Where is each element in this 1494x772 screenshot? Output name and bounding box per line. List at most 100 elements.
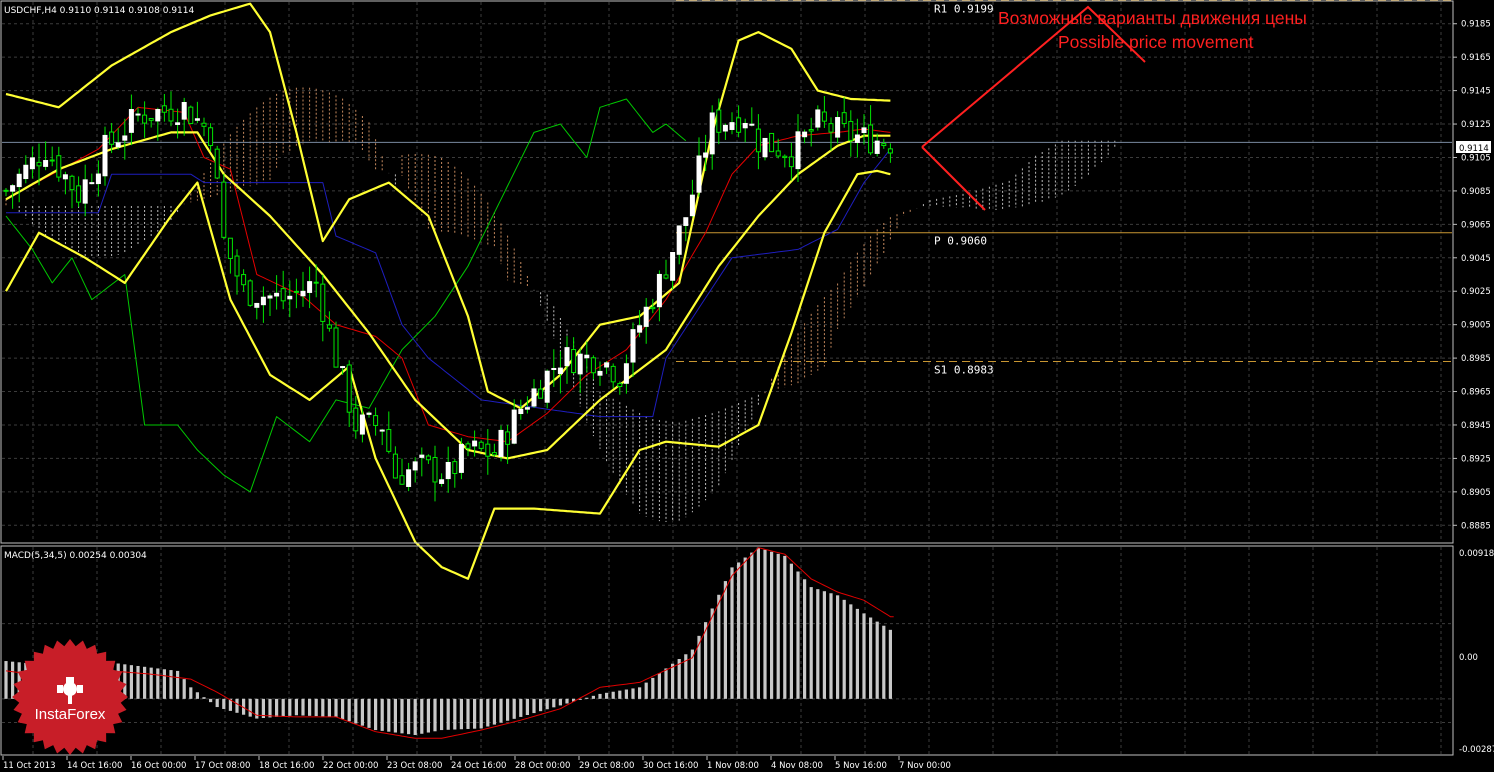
candle[interactable] [762, 137, 768, 161]
macd-bar [492, 698, 496, 725]
macd-bar [750, 552, 754, 699]
macd-bar [624, 689, 628, 699]
macd-bar [631, 688, 635, 699]
macd-bar [275, 698, 279, 717]
macd-bar [156, 668, 160, 699]
macd-bar [347, 698, 351, 722]
candle[interactable] [188, 105, 194, 125]
price-tick-label: 0.9085 [1461, 187, 1491, 197]
macd-bar [737, 562, 741, 699]
macd-bar [202, 697, 206, 699]
macd-bar [882, 625, 886, 699]
macd-bar [657, 673, 661, 699]
macd-bar [413, 698, 417, 735]
time-tick-label: 18 Oct 16:00 [259, 761, 314, 771]
time-tick-label: 4 Nov 08:00 [771, 761, 823, 771]
time-tick-label: 11 Oct 2013 [3, 761, 56, 771]
price-tick-label: 0.9105 [1461, 153, 1491, 163]
macd-bar [869, 617, 873, 699]
macd-bar [743, 557, 747, 699]
macd-bar [486, 698, 490, 727]
macd-bar [836, 595, 840, 699]
price-tick-label: 0.9025 [1461, 287, 1491, 297]
macd-bar [730, 567, 734, 699]
candle[interactable] [544, 369, 550, 409]
macd-bar [294, 698, 298, 716]
macd-bar [387, 698, 391, 732]
macd-bar [440, 698, 444, 731]
macd-bar [532, 698, 536, 714]
price-tick-label: 0.9165 [1461, 53, 1491, 63]
macd-bar [776, 553, 780, 699]
candle[interactable] [247, 279, 253, 307]
price-tick-label: 0.9005 [1461, 321, 1491, 331]
macd-bar [235, 698, 239, 713]
candle[interactable] [769, 132, 775, 153]
price-tick-label: 0.8965 [1461, 388, 1491, 398]
macd-bar [248, 698, 252, 717]
macd-bar [855, 608, 859, 699]
candle[interactable] [498, 425, 504, 462]
macd-bar [288, 698, 292, 716]
macd-bar [644, 682, 648, 699]
macd-bar [189, 687, 193, 699]
macd-bar [558, 698, 562, 706]
macd-bar [407, 698, 411, 735]
candle[interactable] [214, 145, 220, 179]
macd-bar [301, 698, 305, 716]
time-tick-label: 22 Oct 00:00 [323, 761, 378, 771]
macd-bar [585, 697, 589, 699]
macd-bar [143, 666, 147, 699]
macd-bar [308, 698, 312, 716]
macd-bar [506, 698, 510, 721]
price-tick-label: 0.9145 [1461, 87, 1491, 97]
macd-bar [519, 698, 523, 717]
macd-bar [426, 698, 430, 733]
macd-bar [393, 698, 397, 733]
macd-bar [209, 698, 213, 703]
candle[interactable] [221, 174, 227, 240]
macd-bar [605, 692, 609, 699]
level-label: S1 0.8983 [934, 363, 994, 376]
price-tick-label: 0.9065 [1461, 220, 1491, 230]
macd-bar [829, 593, 833, 699]
macd-bar [334, 698, 338, 717]
macd-bar [552, 698, 556, 708]
macd-bar [367, 698, 371, 728]
macd-bar [809, 587, 813, 699]
macd-bar [400, 698, 404, 734]
macd-bar [598, 693, 602, 699]
macd-bar [354, 698, 358, 724]
time-tick-label: 7 Nov 00:00 [899, 761, 951, 771]
price-tick-label: 0.9185 [1461, 20, 1491, 30]
macd-bar [4, 661, 8, 699]
macd-bar [222, 698, 226, 709]
macd-bar [783, 555, 787, 699]
macd-bar [671, 663, 675, 699]
macd-bar [565, 698, 569, 704]
time-tick-label: 5 Nov 16:00 [835, 761, 887, 771]
macd-bar [545, 698, 549, 710]
macd-bar [314, 698, 318, 717]
macd-bar [162, 669, 166, 699]
macd-bar [360, 698, 364, 726]
macd-bar [182, 679, 186, 699]
macd-bar [169, 670, 173, 699]
macd-tick-label: -0.00287 [1459, 745, 1494, 755]
price-tick-label: 0.9045 [1461, 254, 1491, 264]
macd-header: MACD(5,34,5) 0.00254 0.00304 [4, 551, 147, 561]
macd-bar [459, 698, 463, 730]
candle[interactable] [333, 321, 339, 368]
logo-text: InstaForex [35, 706, 106, 723]
macd-bar [816, 589, 820, 699]
macd-bar [842, 599, 846, 699]
macd-bar [611, 691, 615, 699]
chart-canvas: R1 0.9199 P 0.9060 S1 0.8983 0.9185 0.9165 0… [0, 0, 1494, 772]
time-tick-label: 14 Oct 16:00 [67, 761, 122, 771]
level-label: P 0.9060 [934, 235, 987, 248]
macd-bar [849, 604, 853, 699]
macd-bar [591, 695, 595, 699]
macd-bar [796, 571, 800, 699]
macd-bar [770, 551, 774, 699]
price-tick-label: 0.8905 [1461, 488, 1491, 498]
